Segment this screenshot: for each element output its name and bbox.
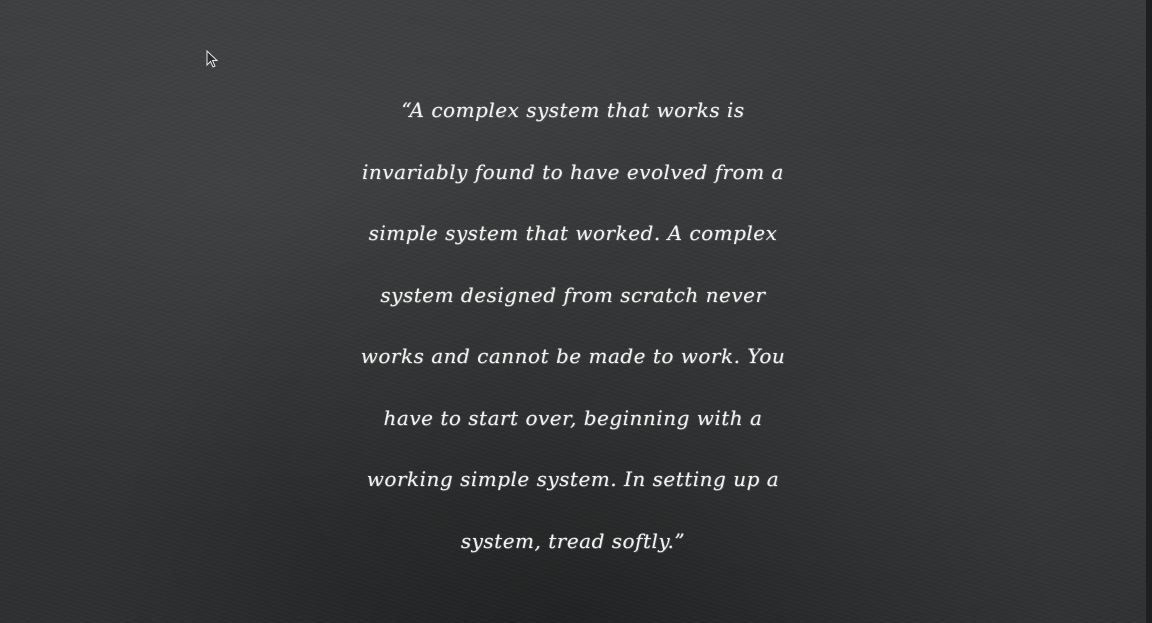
quote-line-6: have to start over, beginning with a	[383, 405, 763, 430]
quote-line-7: working simple system. In setting up a	[366, 467, 780, 491]
quote-line-3: simple system that worked. A complex	[368, 221, 778, 245]
window-edge	[1146, 0, 1152, 623]
quote-line-8: system, tread softly.”	[460, 528, 686, 553]
presentation-slide: “A complex system that works is invariab…	[0, 0, 1152, 623]
quote-line-5: works and cannot be made to work. You	[360, 344, 786, 368]
quote-line-4: system designed from scratch never	[380, 282, 766, 307]
mouse-pointer-icon	[206, 50, 218, 68]
quote-line-1: “A complex system that works is	[401, 98, 745, 122]
quote-text: “A complex system that works is invariab…	[0, 80, 1146, 572]
quote-line-2: invariably found to have evolved from a	[362, 159, 784, 184]
